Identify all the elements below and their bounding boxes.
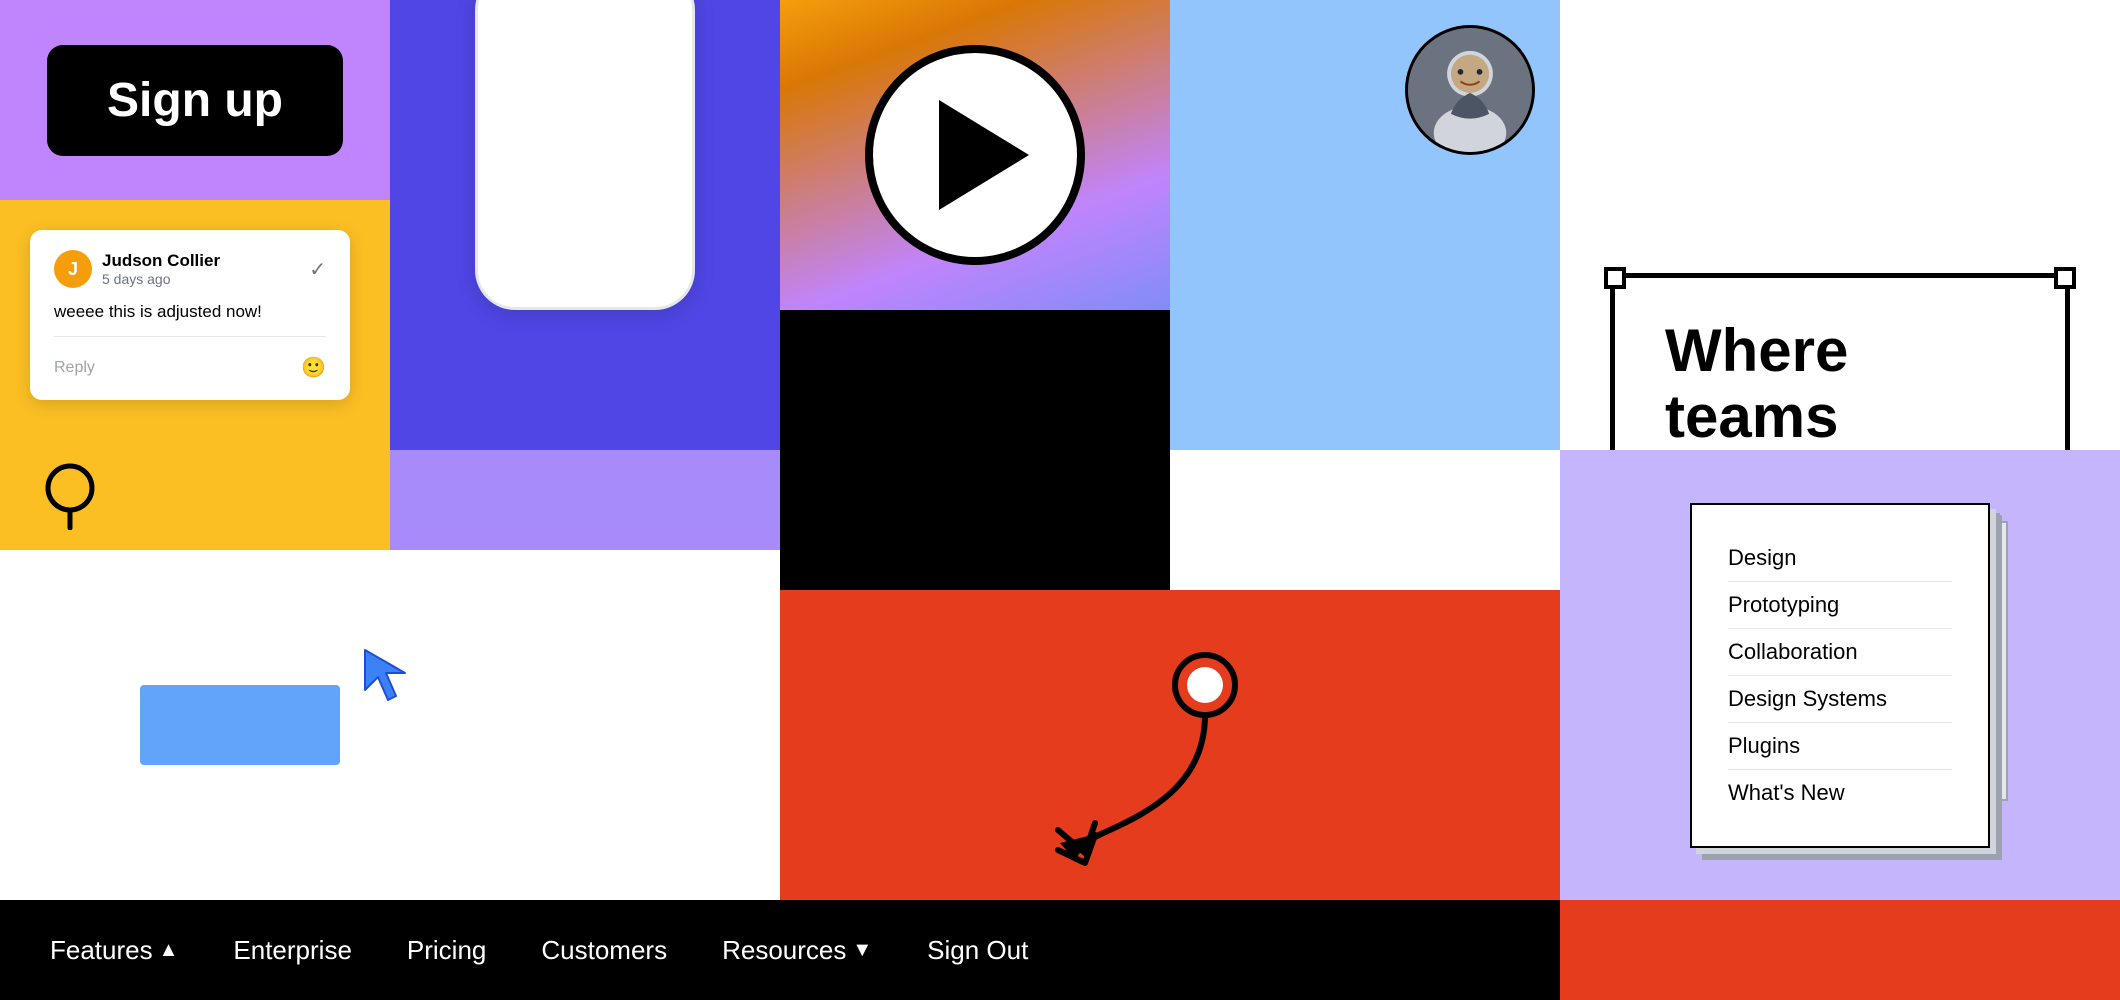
nav-customers[interactable]: Customers [541, 935, 667, 966]
comment-header: J Judson Collier 5 days ago ✓ [54, 250, 326, 288]
pin-cell [0, 450, 390, 550]
nav-enterprise-label: Enterprise [233, 935, 352, 966]
features-cards-stack: Design Prototyping Collaboration Design … [1690, 503, 1990, 848]
avatar [1405, 25, 1535, 155]
nav-signout-label: Sign Out [927, 935, 1028, 966]
phone-cell [390, 0, 780, 450]
avatar-cell [1170, 0, 1560, 200]
orange-cell [780, 590, 1560, 900]
cursor-arrow-icon [360, 645, 420, 705]
nav-resources-label: Resources [722, 935, 846, 966]
features-card-front: Design Prototyping Collaboration Design … [1690, 503, 1990, 848]
nav-features-arrow: ▲ [159, 939, 179, 962]
play-icon [939, 100, 1029, 210]
phone-mockup [475, 0, 695, 310]
play-circle[interactable] [865, 45, 1085, 265]
nav-features-label: Features [50, 935, 153, 966]
avatar-bottom-cell [1170, 200, 1560, 450]
comment-text: weeee this is adjusted now! [54, 302, 326, 337]
nav-customers-label: Customers [541, 935, 667, 966]
handle-tr [2054, 267, 2076, 289]
nav-resources[interactable]: Resources ▼ [722, 935, 872, 966]
comment-username: Judson Collier [102, 251, 220, 271]
check-icon: ✓ [309, 257, 326, 282]
comment-card: J Judson Collier 5 days ago ✓ weeee this… [30, 230, 350, 400]
nav-pricing-label: Pricing [407, 935, 486, 966]
black-middle-cell [780, 310, 1170, 450]
handle-tl [1604, 267, 1626, 289]
blue-rectangle [140, 685, 340, 765]
cursor-container [140, 625, 640, 825]
feature-item-design-systems[interactable]: Design Systems [1728, 676, 1952, 723]
feature-item-prototyping[interactable]: Prototyping [1728, 582, 1952, 629]
nav-enterprise[interactable]: Enterprise [233, 935, 352, 966]
play-cell [780, 0, 1170, 310]
feature-item-collaboration[interactable]: Collaboration [1728, 629, 1952, 676]
features-list-outer-cell: Design Prototyping Collaboration Design … [1560, 450, 2120, 900]
pin-icon [40, 460, 100, 530]
signup-button[interactable]: Sign up [47, 45, 343, 156]
nav-bar: Features ▲ Enterprise Pricing Customers … [0, 900, 1560, 1000]
feature-item-whats-new[interactable]: What's New [1728, 770, 1952, 816]
avatar-svg [1408, 25, 1532, 155]
feature-item-plugins[interactable]: Plugins [1728, 723, 1952, 770]
comment-time: 5 days ago [102, 271, 220, 287]
emoji-icon[interactable]: 🙂 [301, 355, 326, 380]
signup-cell: Sign up [0, 0, 390, 200]
comment-footer: Reply 🙂 [54, 355, 326, 380]
nav-pricing[interactable]: Pricing [407, 935, 486, 966]
feature-item-design[interactable]: Design [1728, 535, 1952, 582]
nav-features[interactable]: Features ▲ [50, 935, 178, 966]
nav-signout[interactable]: Sign Out [927, 935, 1028, 966]
white-mid-cell [1170, 450, 1560, 590]
reply-label[interactable]: Reply [54, 359, 95, 377]
nav-orange-cell [1560, 900, 2120, 1000]
bezier-curve-svg [1030, 605, 1310, 885]
comment-avatar: J [54, 250, 92, 288]
nav-resources-arrow: ▼ [852, 939, 872, 962]
cursor-cell [0, 550, 780, 900]
comment-cell: J Judson Collier 5 days ago ✓ weeee this… [0, 200, 390, 450]
